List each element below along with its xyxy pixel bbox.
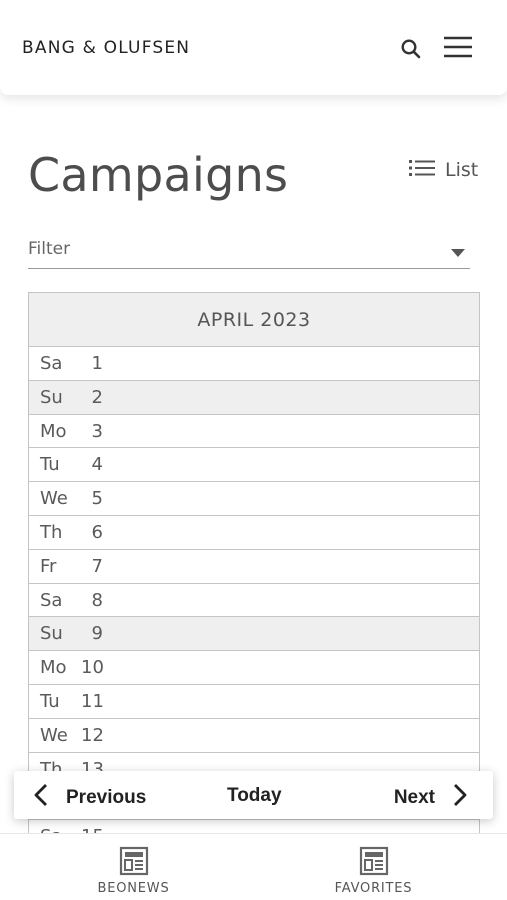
day-of-week: Su bbox=[40, 386, 63, 408]
tab-favorites[interactable]: FAVORITES bbox=[247, 834, 500, 900]
list-view-label: List bbox=[445, 159, 479, 181]
calendar-day-row[interactable]: Su 9 bbox=[29, 617, 479, 652]
bottom-tab-bar: BEONEWS FAVORITES bbox=[0, 833, 507, 900]
calendar-pager: Previous Today Next bbox=[14, 771, 493, 819]
page-title: Campaigns bbox=[28, 148, 289, 202]
day-of-week: We bbox=[40, 488, 68, 510]
newspaper-icon bbox=[119, 846, 149, 876]
chevron-right-icon bbox=[453, 783, 467, 812]
today-button[interactable]: Today bbox=[227, 785, 282, 807]
list-view-toggle[interactable]: List bbox=[409, 157, 478, 183]
day-of-week: Sa bbox=[40, 589, 63, 611]
filter-label: Filter bbox=[28, 239, 71, 259]
day-number: 15 bbox=[81, 826, 104, 833]
previous-label: Previous bbox=[66, 786, 147, 808]
day-number: 1 bbox=[91, 353, 103, 374]
day-of-week: Tu bbox=[40, 690, 60, 712]
calendar-day-row[interactable]: Th 6 bbox=[29, 515, 479, 550]
calendar-day-row[interactable]: We 12 bbox=[29, 718, 479, 753]
newspaper-icon bbox=[359, 846, 389, 876]
calendar-day-row[interactable]: Sa 15 bbox=[29, 820, 479, 833]
tab-favorites-label: FAVORITES bbox=[334, 881, 413, 896]
top-header: BANG & OLUFSEN bbox=[0, 0, 507, 95]
day-number: 9 bbox=[91, 623, 103, 645]
day-number: 12 bbox=[81, 724, 104, 746]
day-of-week: Su bbox=[40, 623, 63, 645]
day-number: 3 bbox=[91, 420, 103, 442]
calendar-day-row[interactable]: Fr 7 bbox=[29, 549, 479, 584]
filter-dropdown[interactable]: Filter bbox=[28, 232, 470, 269]
day-number: 8 bbox=[91, 589, 103, 611]
calendar-month-header: APRIL 2023 bbox=[29, 293, 479, 347]
hamburger-menu-icon[interactable] bbox=[442, 35, 474, 59]
caret-down-icon bbox=[451, 244, 465, 262]
calendar-month: APRIL 2023 Sa 1 Su 2 Mo 3 Tu 4 We 5 Th 6 Fr 7 Sa 8 Su 9 Mo… bbox=[28, 292, 480, 833]
previous-button[interactable]: Previous bbox=[34, 783, 146, 812]
day-of-week: Mo bbox=[40, 657, 67, 679]
calendar-day-row[interactable]: Mo 3 bbox=[29, 414, 479, 449]
brand-logo[interactable]: BANG & OLUFSEN bbox=[22, 38, 190, 58]
day-of-week: Sa bbox=[40, 826, 62, 833]
day-number: 11 bbox=[81, 690, 104, 712]
calendar-day-row[interactable]: We 5 bbox=[29, 482, 479, 516]
day-of-week: Tu bbox=[40, 454, 60, 476]
day-of-week: Mo bbox=[40, 420, 67, 442]
day-number: 5 bbox=[91, 488, 103, 510]
calendar-day-row[interactable]: Sa 1 bbox=[29, 347, 479, 381]
day-number: 7 bbox=[91, 555, 103, 577]
search-icon[interactable] bbox=[400, 38, 422, 60]
next-label: Next bbox=[393, 786, 435, 808]
calendar-day-row[interactable]: Su 2 bbox=[29, 380, 479, 415]
calendar-day-row[interactable]: Mo 10 bbox=[29, 651, 479, 685]
calendar-day-row[interactable]: Tu 11 bbox=[29, 684, 479, 719]
day-of-week: Fr bbox=[40, 555, 57, 577]
calendar-day-list: Sa 1 Su 2 Mo 3 Tu 4 We 5 Th 6 Fr 7 Sa 8 Su 9 Mo 10 Tu 11 We 12 T… bbox=[29, 347, 479, 833]
day-number: 2 bbox=[91, 386, 103, 408]
next-button[interactable]: Next bbox=[394, 783, 467, 812]
chevron-left-icon bbox=[34, 783, 48, 812]
calendar-day-row[interactable]: Sa 8 bbox=[29, 583, 479, 618]
day-of-week: Sa bbox=[40, 353, 63, 374]
calendar-day-row[interactable]: Tu 4 bbox=[29, 448, 479, 483]
tab-beonews-label: BEONEWS bbox=[97, 881, 170, 896]
tab-beonews[interactable]: BEONEWS bbox=[7, 834, 260, 900]
day-number: 4 bbox=[91, 454, 103, 476]
day-number: 10 bbox=[81, 657, 104, 679]
day-of-week: Th bbox=[40, 521, 63, 543]
day-of-week: We bbox=[40, 724, 68, 746]
list-icon bbox=[409, 159, 435, 182]
day-number: 6 bbox=[91, 521, 103, 543]
